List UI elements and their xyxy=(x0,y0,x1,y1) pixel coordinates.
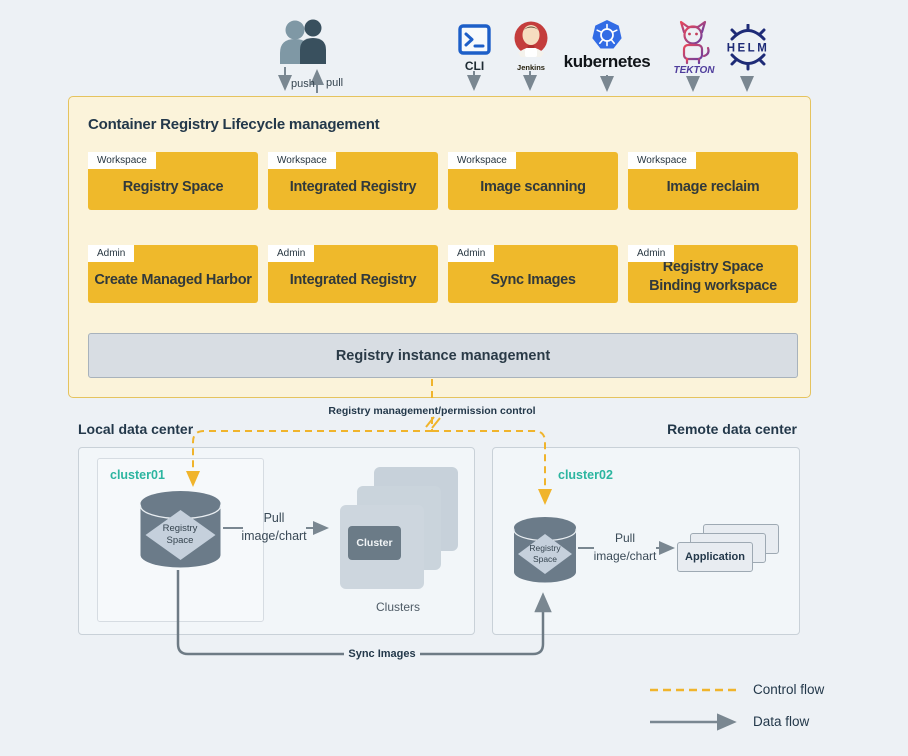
kubernetes-icon xyxy=(592,20,622,50)
panel-title: Container Registry Lifecycle management xyxy=(88,116,379,133)
diagram-canvas: push pull CLI Jenkins xyxy=(0,0,908,756)
users-icon xyxy=(276,18,330,64)
cluster-chip: Cluster xyxy=(348,526,401,560)
jenkins-label: Jenkins xyxy=(511,63,551,72)
registry-instance-bar: Registry instance management xyxy=(88,333,798,378)
card-registry-space: Workspace Registry Space xyxy=(88,152,258,210)
tekton-label: TEKTON xyxy=(674,65,716,76)
application-card: Application xyxy=(677,542,753,572)
workspace-tag: Workspace xyxy=(628,152,696,169)
push-label: push xyxy=(291,78,315,90)
cluster01-label: cluster01 xyxy=(110,468,165,482)
admin-tag: Admin xyxy=(88,245,134,262)
cli-icon xyxy=(458,24,491,55)
kubernetes-label: kubernetes xyxy=(552,52,662,72)
tekton-icon: TEKTON xyxy=(671,18,717,76)
pull-image-chart-label-remote: Pull image/chart xyxy=(592,529,658,565)
clusters-caption: Clusters xyxy=(362,600,434,614)
legend-data-flow-label: Data flow xyxy=(753,714,809,729)
workspace-tag: Workspace xyxy=(268,152,336,169)
card-integrated-registry-admin: Admin Integrated Registry xyxy=(268,245,438,303)
sync-images-label: Sync Images xyxy=(344,648,420,660)
card-label-line1: Registry Space xyxy=(663,259,764,275)
admin-tag: Admin xyxy=(448,245,494,262)
card-image-reclaim: Workspace Image reclaim xyxy=(628,152,798,210)
card-label-line2: Binding workspace xyxy=(649,278,777,294)
pull-label: pull xyxy=(326,77,343,89)
admin-tag: Admin xyxy=(628,245,674,262)
card-integrated-registry-ws: Workspace Integrated Registry xyxy=(268,152,438,210)
registry-space-diamond-remote: Registry Space xyxy=(517,543,573,565)
control-line-break-marks xyxy=(426,417,440,428)
local-dc-heading: Local data center xyxy=(78,421,193,437)
pull-image-chart-label-local: Pull image/chart xyxy=(241,509,307,545)
cluster02-label: cluster02 xyxy=(558,468,613,482)
registry-control-label: Registry management/permission control xyxy=(312,405,552,417)
cli-label: CLI xyxy=(458,59,491,73)
remote-dc-heading: Remote data center xyxy=(590,421,797,437)
admin-tag: Admin xyxy=(268,245,314,262)
card-create-managed-harbor: Admin Create Managed Harbor xyxy=(88,245,258,303)
card-image-scanning: Workspace Image scanning xyxy=(448,152,618,210)
card-sync-images: Admin Sync Images xyxy=(448,245,618,303)
registry-space-diamond-local: Registry Space xyxy=(150,523,210,547)
jenkins-icon: Jenkins xyxy=(511,20,551,68)
workspace-tag: Workspace xyxy=(448,152,516,169)
card-registry-space-binding: Admin Registry Space Binding workspace xyxy=(628,245,798,303)
helm-label: HELM xyxy=(727,43,770,55)
workspace-tag: Workspace xyxy=(88,152,156,169)
legend-control-flow-label: Control flow xyxy=(753,682,824,697)
helm-icon: HELM xyxy=(726,24,770,74)
